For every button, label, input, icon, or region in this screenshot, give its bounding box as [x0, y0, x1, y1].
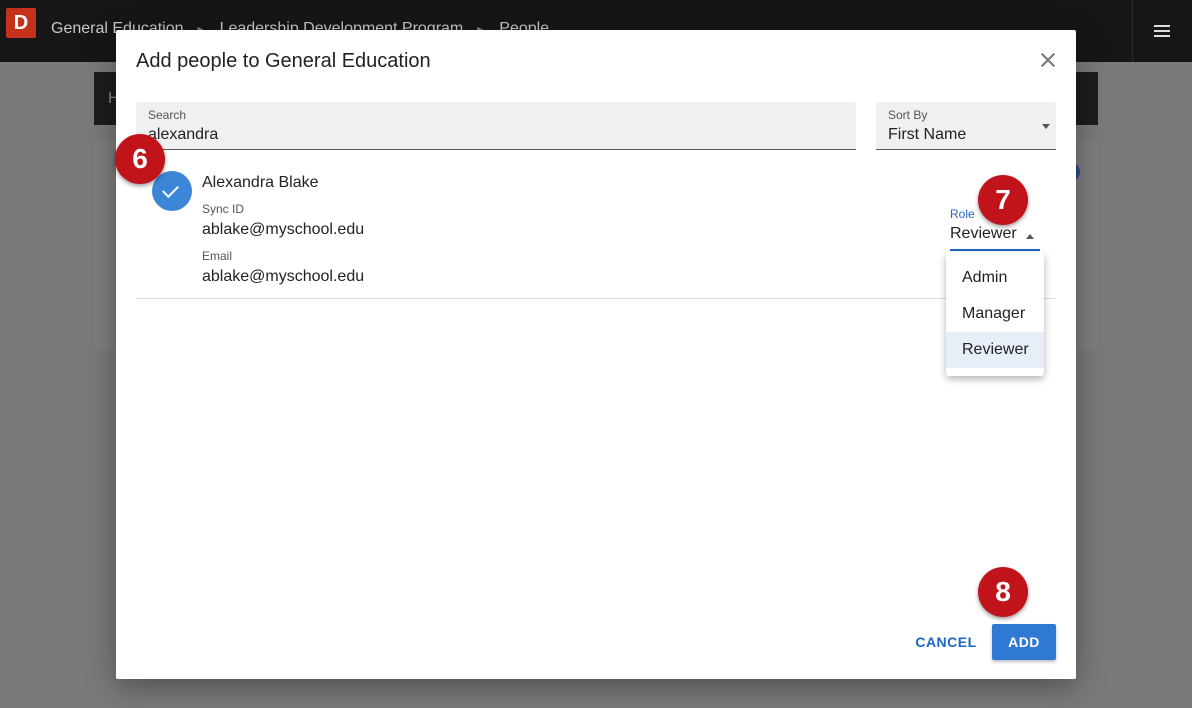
- step-callout-6: 6: [115, 134, 165, 184]
- role-value: Reviewer: [950, 225, 1017, 242]
- add-people-dialog: Add people to General Education Search S…: [116, 30, 1076, 679]
- menu-button[interactable]: [1132, 0, 1192, 62]
- divider: [136, 298, 1056, 299]
- role-dropdown-menu: Admin Manager Reviewer: [946, 252, 1044, 376]
- role-select[interactable]: Reviewer: [950, 225, 1040, 251]
- hamburger-menu-icon: [1154, 25, 1170, 37]
- sync-id-value: ablake@myschool.edu: [202, 221, 365, 238]
- app-logo[interactable]: D: [6, 8, 36, 38]
- dialog-title: Add people to General Education: [136, 50, 431, 72]
- person-name: Alexandra Blake: [202, 174, 319, 191]
- search-label: Search: [148, 108, 187, 122]
- step-callout-8: 8: [978, 567, 1028, 617]
- cancel-button[interactable]: CANCEL: [912, 624, 980, 660]
- step-callout-7: 7: [978, 175, 1028, 225]
- role-option-admin[interactable]: Admin: [946, 260, 1044, 296]
- search-field[interactable]: Search: [136, 102, 856, 150]
- sort-by-label: Sort By: [888, 108, 928, 122]
- add-button[interactable]: ADD: [992, 624, 1056, 660]
- role-label: Role: [950, 207, 975, 221]
- sort-by-value: First Name: [888, 126, 967, 143]
- role-option-manager[interactable]: Manager: [946, 296, 1044, 332]
- dropdown-arrow-icon: [1042, 124, 1050, 129]
- close-icon[interactable]: [1038, 50, 1058, 70]
- sort-by-select[interactable]: Sort By First Name: [876, 102, 1056, 150]
- sync-id-label: Sync ID: [202, 202, 245, 216]
- email-value: ablake@myschool.edu: [202, 268, 365, 285]
- email-label: Email: [202, 249, 233, 263]
- search-input[interactable]: [148, 126, 844, 144]
- selected-check-icon[interactable]: [152, 171, 192, 211]
- role-option-reviewer[interactable]: Reviewer: [946, 332, 1044, 368]
- dropdown-arrow-up-icon: [1026, 234, 1034, 239]
